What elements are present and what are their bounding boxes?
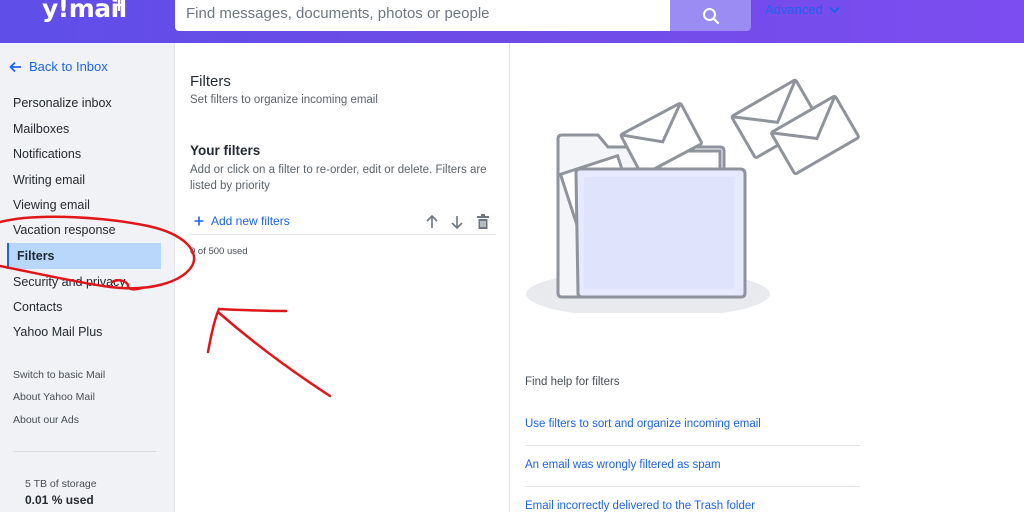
about-yahoo-mail-link[interactable]: About Yahoo Mail (13, 391, 95, 403)
help-divider (525, 445, 860, 446)
back-to-inbox-link[interactable]: Back to Inbox (9, 59, 108, 74)
plus-icon (194, 216, 204, 226)
sidebar-item-viewing-email[interactable]: Viewing email (13, 198, 90, 212)
sidebar-item-writing-email[interactable]: Writing email (13, 173, 85, 187)
your-filters-heading: Your filters (190, 143, 261, 158)
about-our-ads-link[interactable]: About our Ads (13, 414, 79, 426)
move-down-button[interactable] (448, 213, 466, 231)
search-icon (702, 7, 719, 24)
filters-panel: Filters Set filters to organize incoming… (175, 43, 510, 512)
folder-front-highlight (584, 177, 734, 289)
advanced-search-toggle[interactable]: Advanced (765, 2, 840, 17)
add-new-filters-label: Add new filters (211, 214, 290, 228)
arrow-down-icon (451, 216, 463, 230)
search-input[interactable] (186, 2, 576, 24)
storage-label: 5 TB of storage (25, 478, 97, 490)
advanced-label: Advanced (765, 2, 823, 17)
settings-sidebar: Back to Inbox Personalize inbox Mailboxe… (0, 43, 175, 512)
arrow-up-icon (426, 214, 438, 228)
move-up-button[interactable] (423, 213, 441, 231)
sidebar-item-security-privacy[interactable]: Security and privacy (13, 275, 126, 289)
switch-to-basic-mail-link[interactable]: Switch to basic Mail (13, 369, 105, 381)
filters-toolbar: Add new filters (190, 213, 496, 235)
help-title: Find help for filters (525, 376, 620, 388)
sidebar-item-notifications[interactable]: Notifications (13, 147, 81, 161)
sidebar-item-filters[interactable]: Filters (7, 243, 161, 269)
arrow-left-icon (9, 61, 21, 72)
help-link-use-filters[interactable]: Use filters to sort and organize incomin… (525, 418, 860, 430)
mail-plus-badge: + (111, 0, 127, 16)
add-new-filters-button[interactable]: Add new filters (194, 214, 290, 228)
trash-icon (477, 214, 489, 229)
sidebar-item-vacation-response[interactable]: Vacation response (13, 223, 116, 237)
chevron-down-icon (829, 6, 840, 13)
back-to-inbox-label: Back to Inbox (29, 59, 108, 74)
sidebar-item-mailboxes[interactable]: Mailboxes (13, 122, 69, 136)
help-link-delivered-to-trash[interactable]: Email incorrectly delivered to the Trash… (525, 500, 860, 512)
top-header-bar: y!mail + Advanced (0, 0, 1024, 43)
help-divider (525, 486, 860, 487)
sidebar-divider (13, 451, 156, 452)
help-link-wrongly-filtered-spam[interactable]: An email was wrongly filtered as spam (525, 459, 860, 471)
sidebar-item-yahoo-mail-plus[interactable]: Yahoo Mail Plus (13, 325, 102, 339)
page-title: Filters (190, 73, 231, 90)
search-box: Advanced (175, 0, 840, 31)
your-filters-description: Add or click on a filter to re-order, ed… (190, 164, 487, 192)
folder-envelopes-illustration (526, 78, 860, 313)
storage-used: 0.01 % used (25, 493, 94, 507)
search-button[interactable] (670, 0, 751, 31)
help-panel: Find help for filters Use filters to sor… (510, 43, 1024, 512)
sidebar-item-personalize-inbox[interactable]: Personalize inbox (13, 96, 112, 110)
sidebar-item-contacts[interactable]: Contacts (13, 300, 62, 314)
page-subtitle: Set filters to organize incoming email (190, 94, 378, 106)
delete-filter-button[interactable] (474, 213, 492, 231)
filters-used-count: 0 of 500 used (190, 246, 248, 257)
